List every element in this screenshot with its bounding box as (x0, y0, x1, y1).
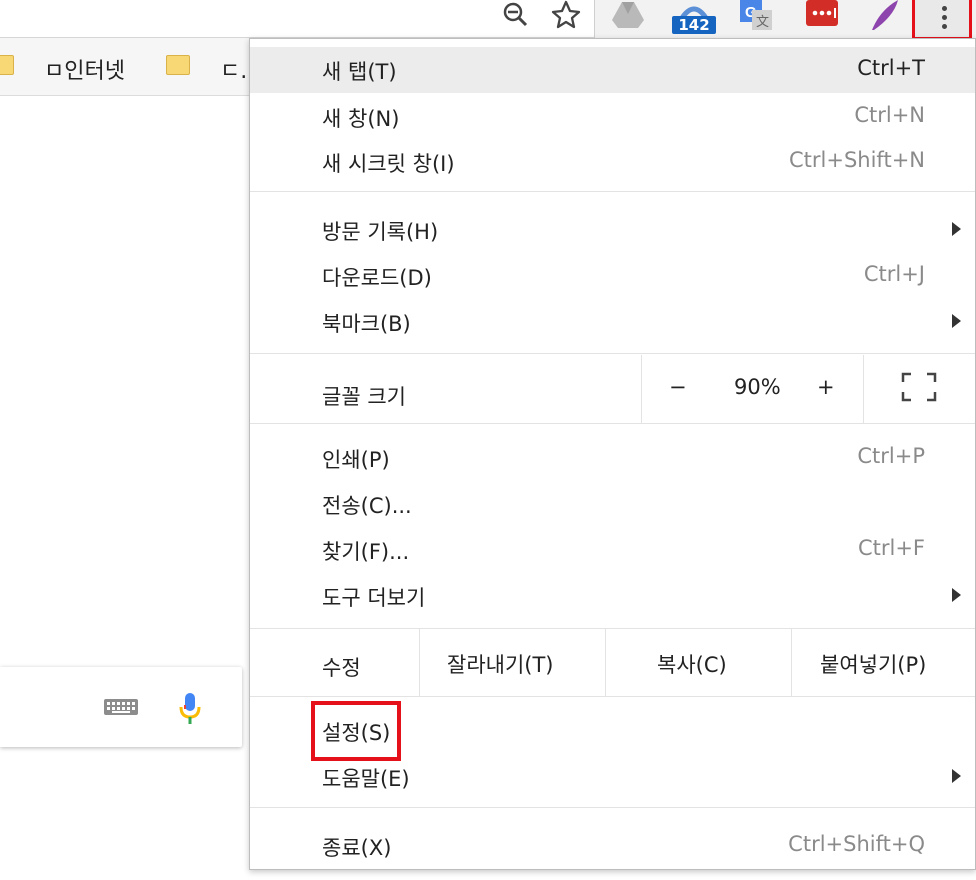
menu-item-label: 찾기(F)... (322, 540, 410, 564)
menu-separator (250, 696, 975, 697)
menu-item-downloads[interactable]: 다운로드(D) Ctrl+J (250, 253, 975, 299)
copy-button[interactable]: 복사(C) (657, 649, 727, 679)
menu-item-label: 도구 더보기 (322, 586, 426, 610)
menu-item-shortcut: Ctrl+P (857, 444, 925, 468)
zoom-label: 글꼴 크기 (322, 385, 406, 409)
menu-button[interactable] (912, 0, 972, 40)
menu-separator (250, 423, 975, 424)
menu-item-new-tab[interactable]: 새 탭(T) Ctrl+T (250, 47, 975, 93)
browser-toolbar: 142 G 文 (0, 0, 976, 40)
menu-separator (250, 191, 975, 192)
menu-item-shortcut: Ctrl+F (857, 536, 925, 560)
menu-item-label: 방문 기록(H) (322, 220, 439, 244)
submenu-arrow-icon (952, 222, 961, 236)
menu-item-label: 종료(X) (322, 836, 392, 860)
edit-divider (419, 629, 420, 697)
bookmark-item-internet[interactable]: ㅁ인터넷 (44, 53, 125, 85)
menu-separator (250, 807, 975, 808)
google-translate-icon[interactable]: G 文 (738, 0, 774, 36)
zoom-level: 90% (734, 375, 781, 399)
menu-item-history[interactable]: 방문 기록(H) (250, 207, 975, 253)
menu-separator (250, 628, 975, 629)
submenu-arrow-icon (952, 769, 961, 783)
google-search-box[interactable] (0, 667, 242, 747)
menu-item-shortcut: Ctrl+T (857, 56, 925, 80)
submenu-arrow-icon (952, 314, 961, 328)
extension-badge: 142 (672, 16, 716, 34)
menu-item-exit[interactable]: 종료(X) Ctrl+Shift+Q (250, 823, 975, 869)
zoom-divider (641, 355, 642, 423)
svg-text:文: 文 (756, 14, 769, 29)
lastpass-icon[interactable] (804, 0, 840, 36)
star-icon[interactable] (548, 0, 584, 36)
menu-item-find[interactable]: 찾기(F)... Ctrl+F (250, 527, 975, 573)
cut-button[interactable]: 잘라내기(T) (447, 649, 554, 679)
edit-label: 수정 (322, 656, 361, 680)
google-drive-icon[interactable] (610, 0, 646, 36)
zoom-out-button[interactable]: − (669, 375, 687, 399)
zoom-divider (863, 355, 864, 423)
menu-item-label: 새 시크릿 창(I) (322, 152, 455, 176)
menu-item-label: 새 탭(T) (322, 60, 397, 84)
folder-icon[interactable] (0, 55, 14, 75)
menu-item-shortcut: Ctrl+J (863, 262, 925, 286)
paste-button[interactable]: 붙여넣기(P) (820, 649, 926, 679)
menu-item-new-incognito[interactable]: 새 시크릿 창(I) Ctrl+Shift+N (250, 139, 975, 185)
menu-item-more-tools[interactable]: 도구 더보기 (250, 573, 975, 619)
menu-item-shortcut: Ctrl+Shift+Q (788, 832, 925, 856)
fullscreen-icon[interactable] (901, 372, 937, 406)
edit-divider (605, 629, 606, 697)
menu-item-label: 새 창(N) (322, 107, 400, 131)
omnibox[interactable] (0, 0, 594, 38)
folder-icon[interactable] (166, 55, 190, 75)
microphone-icon[interactable] (176, 691, 204, 731)
bookmarks-bar: ㅁ인터넷 ㄷ... (0, 38, 261, 96)
menu-item-shortcut: Ctrl+Shift+N (789, 148, 925, 172)
menu-item-label: 다운로드(D) (322, 266, 432, 290)
menu-item-label: 인쇄(P) (322, 448, 390, 472)
menu-item-print[interactable]: 인쇄(P) Ctrl+P (250, 435, 975, 481)
menu-item-bookmarks[interactable]: 북마크(B) (250, 299, 975, 345)
menu-item-label: 도움말(E) (322, 767, 410, 791)
menu-item-label: 전송(C)... (322, 494, 412, 518)
zoom-out-icon[interactable] (498, 0, 534, 36)
quill-icon[interactable] (866, 0, 902, 36)
edit-divider (791, 629, 792, 697)
zoom-in-button[interactable]: + (817, 375, 835, 399)
settings-highlight-box (311, 701, 401, 761)
menu-item-new-window[interactable]: 새 창(N) Ctrl+N (250, 94, 975, 140)
menu-item-label: 북마크(B) (322, 312, 411, 336)
menu-item-shortcut: Ctrl+N (854, 103, 925, 127)
keyboard-icon[interactable] (104, 697, 138, 721)
submenu-arrow-icon (952, 588, 961, 602)
menu-row-zoom: 글꼴 크기 (250, 365, 975, 421)
menu-item-cast[interactable]: 전송(C)... (250, 481, 975, 527)
menu-separator (250, 353, 975, 354)
